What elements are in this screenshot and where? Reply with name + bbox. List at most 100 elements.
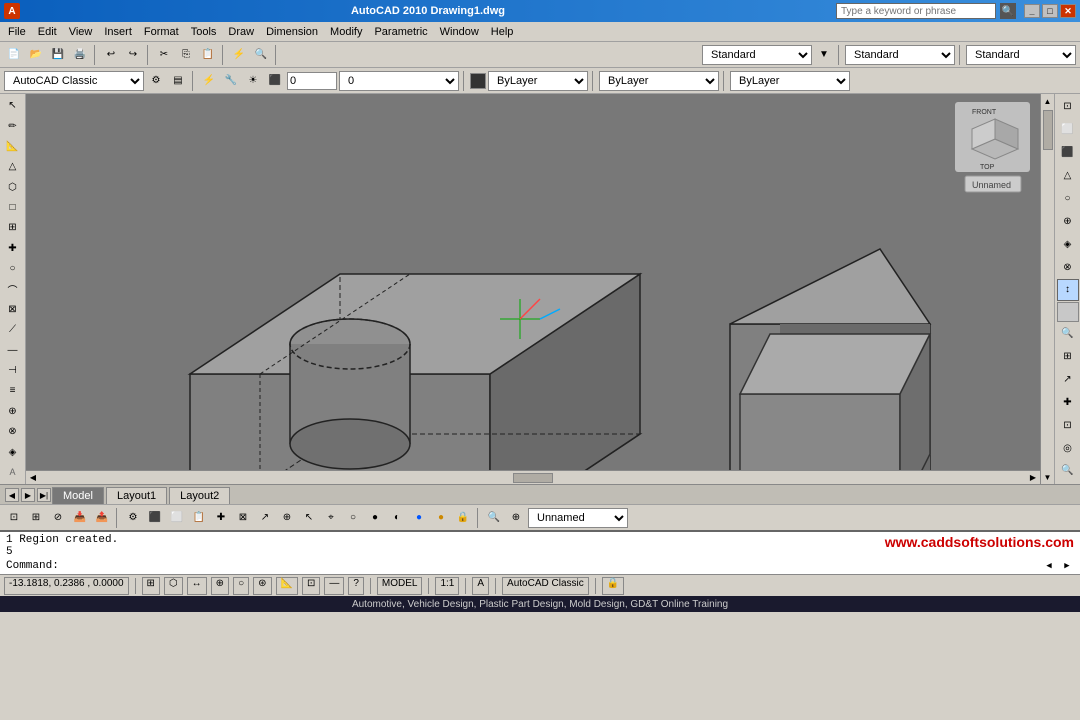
bt23[interactable]: ⊕ (506, 508, 526, 528)
scrollbar-v[interactable]: ▲ ▼ (1040, 94, 1054, 484)
layer-input[interactable] (287, 72, 337, 90)
viewcube[interactable]: FRONT TOP (955, 102, 1030, 172)
open-btn[interactable]: 📂 (26, 45, 46, 65)
undo-btn[interactable]: ↩ (101, 45, 121, 65)
bt22[interactable]: 🔍 (484, 508, 504, 528)
r-btn7[interactable]: ◈ (1057, 233, 1079, 255)
draw-btn7[interactable]: ✚ (2, 239, 24, 258)
scroll-right-btn[interactable]: ▶ (1026, 471, 1040, 484)
osnap-btn[interactable]: ○ (233, 577, 249, 595)
layer-btn3[interactable]: ☀ (243, 71, 263, 91)
r-btn10[interactable]: 🔍 (1057, 323, 1079, 345)
scroll-left-btn[interactable]: ◀ (26, 471, 40, 484)
grid-btn[interactable]: ⬡ (164, 577, 183, 595)
bt21[interactable]: 🔒 (453, 508, 473, 528)
bt10[interactable]: ✚ (211, 508, 231, 528)
draw-btn11[interactable]: ⟋ (2, 320, 24, 339)
layer-props-btn[interactable]: ⚡ (199, 71, 219, 91)
bt6[interactable]: ⚙ (123, 508, 143, 528)
close-btn[interactable]: ✕ (1060, 4, 1076, 18)
bt11[interactable]: ⊠ (233, 508, 253, 528)
bt7[interactable]: ⬛ (145, 508, 165, 528)
draw-btn10[interactable]: ⊠ (2, 300, 24, 319)
ortho-btn[interactable]: ↔ (187, 577, 207, 595)
draw-btn5[interactable]: □ (2, 198, 24, 217)
layer-btn4[interactable]: ⬛ (265, 71, 285, 91)
r-btn2[interactable]: ⬜ (1057, 119, 1079, 141)
bt12[interactable]: ↗ (255, 508, 275, 528)
draw-btn17[interactable]: ◈ (2, 442, 24, 461)
workspace-dropdown[interactable]: AutoCAD Classic (4, 71, 144, 91)
cmd-scroll-left[interactable]: ◀ (1042, 561, 1056, 571)
r-btn1[interactable]: ⊡ (1057, 96, 1079, 118)
bt1[interactable]: ⊡ (4, 508, 24, 528)
cmd-scroll-right[interactable]: ▶ (1060, 561, 1074, 571)
otrack-btn[interactable]: ⊛ (253, 577, 271, 595)
style-dropdown2[interactable]: Standard (845, 45, 955, 65)
scroll-h-thumb[interactable] (513, 473, 553, 483)
model-btn[interactable]: MODEL (377, 577, 423, 595)
workspace-icon1[interactable]: ⚙ (146, 71, 166, 91)
draw-btn2[interactable]: 📐 (2, 137, 24, 156)
menu-window[interactable]: Window (434, 24, 485, 40)
menu-view[interactable]: View (63, 24, 99, 40)
style-btn1[interactable]: ▼ (814, 45, 834, 65)
workspace-status-btn[interactable]: AutoCAD Classic (502, 577, 589, 595)
lw-btn[interactable]: — (324, 577, 344, 595)
scroll-down-btn[interactable]: ▼ (1041, 470, 1054, 484)
r-btn8[interactable]: ⊗ (1057, 256, 1079, 278)
draw-btn8[interactable]: ○ (2, 259, 24, 278)
paste-btn[interactable]: 📋 (198, 45, 218, 65)
bt16[interactable]: ○ (343, 508, 363, 528)
scroll-up-btn[interactable]: ▲ (1041, 94, 1054, 108)
bt3[interactable]: ⊘ (48, 508, 68, 528)
r-btn3[interactable]: ⬛ (1057, 142, 1079, 164)
color-swatch[interactable] (470, 73, 486, 89)
bt4[interactable]: 📥 (70, 508, 90, 528)
cut-btn[interactable]: ✂ (154, 45, 174, 65)
r-btn9[interactable]: ↕ (1057, 279, 1079, 301)
bt18[interactable]: ◐ (387, 508, 407, 528)
menu-insert[interactable]: Insert (98, 24, 138, 40)
lineweight-dropdown[interactable]: ByLayer (730, 71, 850, 91)
command-input[interactable] (63, 560, 1038, 572)
minimize-btn[interactable]: _ (1024, 4, 1040, 18)
bt17[interactable]: ● (365, 508, 385, 528)
bt8[interactable]: ⬜ (167, 508, 187, 528)
workspace-icon2[interactable]: ▤ (168, 71, 188, 91)
style-dropdown1[interactable]: Standard (702, 45, 812, 65)
bt14[interactable]: ↖ (299, 508, 319, 528)
r-btn16[interactable]: 🔍 (1057, 460, 1079, 482)
r-btn12[interactable]: ↗ (1057, 369, 1079, 391)
bt20[interactable]: ● (431, 508, 451, 528)
draw-btn6[interactable]: ⊞ (2, 218, 24, 237)
draw-btn15[interactable]: ⊕ (2, 402, 24, 421)
search-btn[interactable]: 🔍 (1000, 3, 1016, 19)
draw-btn4[interactable]: ⬡ (2, 178, 24, 197)
layer-dropdown[interactable]: 0 (339, 71, 459, 91)
coordinates-display[interactable]: -13.1818, 0.2386 , 0.0000 (4, 577, 129, 595)
search-input[interactable] (836, 3, 996, 19)
draw-btn9[interactable]: ⌒ (2, 279, 24, 298)
bt2[interactable]: ⊞ (26, 508, 46, 528)
qp-btn[interactable]: ? (348, 577, 364, 595)
draw-btn12[interactable]: — (2, 341, 24, 360)
tab-scroll-right2[interactable]: ▶| (37, 488, 51, 502)
r-btn11[interactable]: ⊞ (1057, 346, 1079, 368)
menu-help[interactable]: Help (485, 24, 520, 40)
restore-btn[interactable]: □ (1042, 4, 1058, 18)
r-btn4[interactable]: △ (1057, 165, 1079, 187)
menu-edit[interactable]: Edit (32, 24, 63, 40)
zoom-btn[interactable]: 🔍 (251, 45, 271, 65)
draw-btn14[interactable]: ≡ (2, 381, 24, 400)
zoom-ratio[interactable]: 1:1 (435, 577, 459, 595)
bt15[interactable]: ⌖ (321, 508, 341, 528)
dyn-btn[interactable]: ⊡ (302, 577, 320, 595)
draw-btn13[interactable]: ⊣ (2, 361, 24, 380)
menu-modify[interactable]: Modify (324, 24, 368, 40)
toolbar-lock-btn[interactable]: 🔒 (602, 577, 624, 595)
menu-tools[interactable]: Tools (185, 24, 223, 40)
bt9[interactable]: 📋 (189, 508, 209, 528)
menu-parametric[interactable]: Parametric (368, 24, 433, 40)
color-dropdown[interactable]: ByLayer (488, 71, 588, 91)
